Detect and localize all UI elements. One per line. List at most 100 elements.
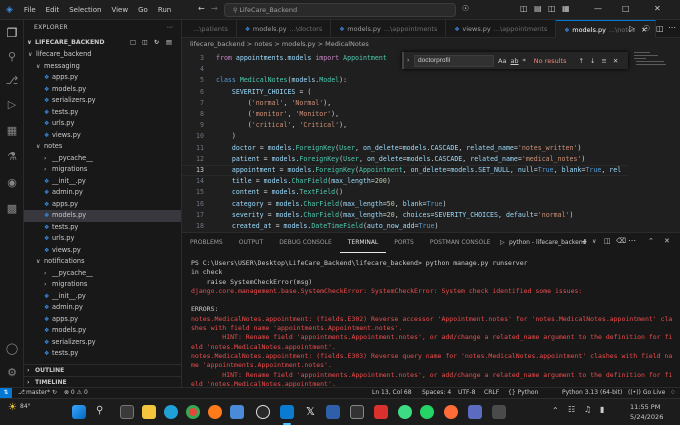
code-line[interactable]: class MedicalNotes(models.Model): [216,76,347,84]
file-item[interactable]: ❖ urls.py [24,233,181,245]
maximize-button[interactable]: □ [622,4,630,13]
find-in-selection-icon[interactable]: ≡ [601,57,606,65]
layout-icon[interactable]: ▦ [562,4,570,13]
app-icon[interactable] [492,405,506,419]
menu-go[interactable]: Go [133,6,153,14]
chatgpt-icon[interactable] [256,405,270,419]
file-item[interactable]: ❖ models.py [24,84,181,96]
indentation[interactable]: Spaces: 4 [422,388,451,398]
file-explorer-icon[interactable] [142,405,156,419]
postman-icon[interactable] [444,405,458,419]
toggle-secondary-sidebar-icon[interactable]: ◫ [548,4,556,13]
cursor-position[interactable]: Ln 13, Col 68 [372,388,412,398]
testing-icon[interactable]: ⚗ [5,150,19,164]
vscode-icon[interactable] [280,405,294,419]
file-item[interactable]: ❖ models.py [24,325,181,337]
show-hidden-icons-icon[interactable]: ⌃ [552,406,559,415]
terminal-output[interactable]: PS C:\Users\USER\Desktop\LifeCare_Backen… [191,259,676,389]
weather-icon[interactable]: ☀ [8,402,17,413]
run-debug-icon[interactable]: ▷ [5,98,19,112]
outline-section[interactable]: › OUTLINE [24,364,181,376]
editor-tab[interactable]: ...\patients [182,20,237,38]
close-button[interactable]: ✕ [654,4,661,13]
collapse-all-icon[interactable]: ▤ [166,37,172,49]
toggle-replace-icon[interactable]: › [407,57,409,64]
mail-icon[interactable] [326,405,340,419]
whatsapp-icon[interactable] [420,405,434,419]
file-item[interactable]: ❖ urls.py [24,118,181,130]
file-item[interactable]: ❖ views.py [24,245,181,257]
notifications-bell-icon[interactable]: ♢ [670,388,675,398]
next-match-icon[interactable]: ↓ [590,57,595,65]
file-item[interactable]: ❖ tests.py [24,222,181,234]
accounts-icon[interactable]: ◯ [5,342,19,356]
folder-item[interactable]: ∨ notifications [24,256,181,268]
file-item[interactable]: ❖ __init__.py [24,176,181,188]
more-actions-icon[interactable]: ⋯ [628,236,636,245]
code-line[interactable]: content = models.TextField() [216,188,343,196]
new-folder-icon[interactable]: ◫ [142,37,148,49]
split-terminal-icon[interactable]: ◫ [604,237,611,245]
editor-tab[interactable]: ❖ views.py ...\appointments [446,20,557,38]
python-interpreter[interactable]: Python 3.13 (64-bit) [562,388,622,398]
menu-file[interactable]: File [19,6,41,14]
new-file-icon[interactable]: □ [130,37,136,49]
folder-item[interactable]: › __pycache__ [24,268,181,280]
maximize-panel-icon[interactable]: ⌃ [648,237,654,245]
folder-item[interactable]: › migrations [24,279,181,291]
editor-tab[interactable]: ❖ models.py ...\doctors [237,20,332,38]
minimize-button[interactable]: — [594,4,602,13]
open-changes-icon[interactable]: ☉ [643,24,650,33]
more-actions-icon[interactable]: ⋯ [668,23,676,32]
taskbar-search-icon[interactable]: ⚲ [96,405,103,416]
battery-icon[interactable]: ▮ [600,405,604,414]
menu-run[interactable]: Run [153,6,176,14]
android-studio-icon[interactable] [398,405,412,419]
language-mode[interactable]: {} Python [508,388,538,398]
panel-tab-terminal[interactable]: TERMINAL [339,233,387,253]
split-editor-icon[interactable]: ◫ [656,24,664,33]
menu-edit[interactable]: Edit [41,6,65,14]
timeline-section[interactable]: › TIMELINE [24,376,181,388]
menu-view[interactable]: View [106,6,133,14]
code-editor[interactable]: 3 from appointments.models import Appoint… [182,50,680,232]
more-actions-icon[interactable]: ⋯ [167,20,173,36]
remote-indicator[interactable]: ⇅ [0,388,12,398]
search-icon[interactable]: ⚲ [5,50,19,64]
start-button[interactable] [72,405,86,419]
panel-tab-problems[interactable]: PROBLEMS [182,233,231,253]
menu-selection[interactable]: Selection [64,6,106,14]
code-line[interactable]: SEVERITY_CHOICES = ( [216,88,311,96]
file-item[interactable]: ❖ serializers.py [24,337,181,349]
refresh-icon[interactable]: ↻ [154,37,159,49]
extensions-icon[interactable]: ▦ [5,124,19,138]
editor-tab[interactable]: ❖ models.py ...\notes ✕ [556,20,656,38]
code-line[interactable]: severity = models.CharField(max_length=2… [216,211,574,219]
code-line[interactable]: appointment = models.ForeignKey(Appointm… [216,166,621,174]
x-app-icon[interactable]: 𝕏 [306,405,315,418]
command-center-search[interactable]: ⚲ LifeCare_Backend [224,3,456,17]
folder-item[interactable]: › migrations [24,164,181,176]
find-input[interactable] [414,54,494,67]
task-view-icon[interactable] [120,405,134,419]
panel-tab-postman-console[interactable]: POSTMAN CONSOLE [422,233,499,253]
firefox-icon[interactable] [208,405,222,419]
store-icon[interactable] [468,405,482,419]
file-item[interactable]: ❖ apps.py [24,314,181,326]
file-item[interactable]: ❖ serializers.py [24,95,181,107]
settings-gear-icon[interactable]: ⚙ [5,366,19,380]
toggle-panel-icon[interactable]: ▤ [534,4,542,13]
code-line[interactable]: ('monitor', 'Monitor'), [216,110,339,118]
code-line[interactable]: ) [216,132,236,140]
new-terminal-icon[interactable]: + [581,237,588,246]
previous-match-icon[interactable]: ↑ [578,57,583,65]
forward-arrow-icon[interactable]: → [211,4,218,13]
file-item[interactable]: ❖ tests.py [24,107,181,119]
folder-item[interactable]: ∨ messaging [24,61,181,73]
terminal-dropdown-icon[interactable]: ∨ [592,238,596,245]
volume-icon[interactable]: ♫ [584,405,591,414]
back-arrow-icon[interactable]: ← [198,4,205,13]
editor-tab[interactable]: ❖ models.py ...\appointments [331,20,447,38]
clock-date[interactable]: 5/24/2026 [630,413,663,421]
toggle-sidebar-icon[interactable]: ◫ [520,4,528,13]
